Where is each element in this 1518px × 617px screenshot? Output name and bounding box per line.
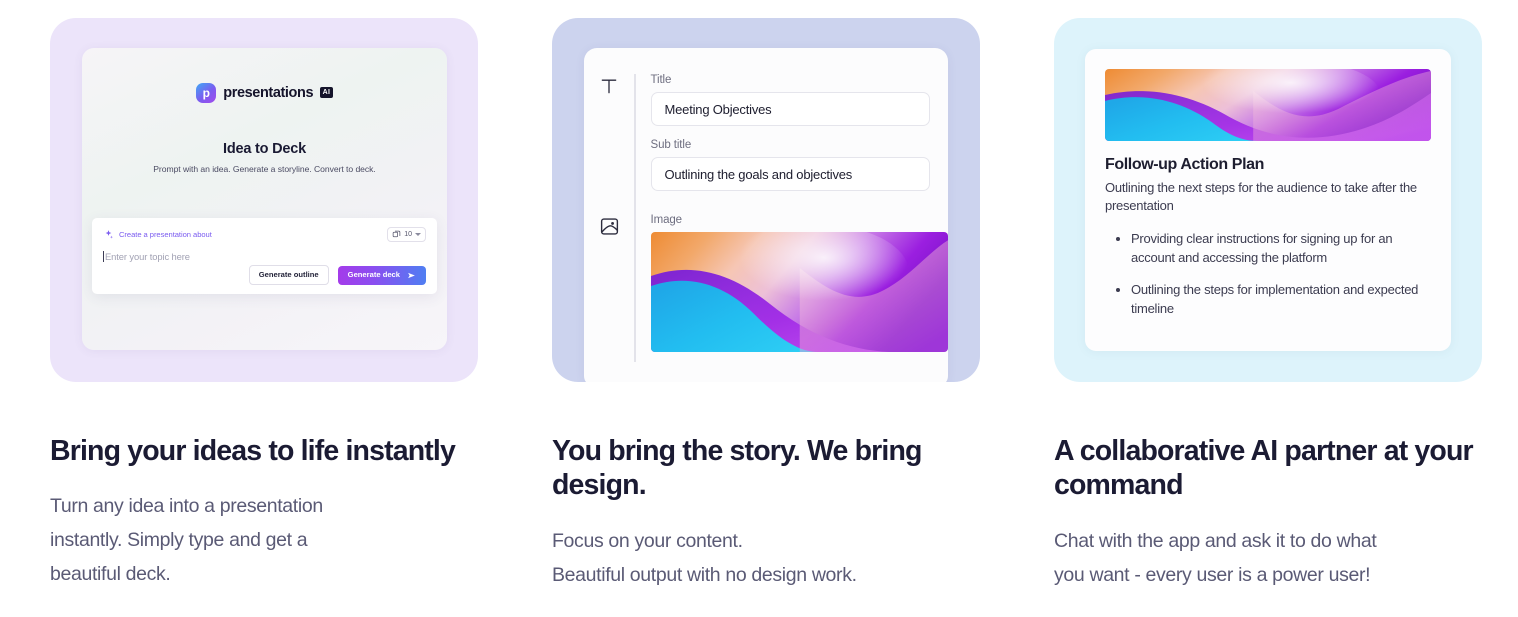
- feature-title-3: A collaborative AI partner at your comma…: [1054, 435, 1474, 502]
- editor-image-block: Image: [584, 214, 948, 362]
- feature-column-1: p presentations AI Idea to Deck Prompt w…: [50, 18, 478, 592]
- feature-body-2: Focus on your content. Beautiful output …: [552, 525, 980, 592]
- logo-wordmark: presentations: [223, 85, 314, 101]
- text-icon: [601, 79, 617, 94]
- editor-image-fields: Image: [636, 214, 948, 362]
- generate-deck-label: Generate deck: [347, 270, 400, 280]
- prompt-composer-header: Create a presentation about 10: [103, 227, 426, 242]
- topic-input-placeholder: Enter your topic here: [105, 251, 190, 262]
- generate-deck-button[interactable]: Generate deck: [337, 265, 426, 285]
- subtitle-field-label: Sub title: [650, 139, 692, 151]
- topic-input[interactable]: Enter your topic here: [103, 251, 426, 262]
- feature-visual-card-1: p presentations AI Idea to Deck Prompt w…: [50, 18, 478, 382]
- prompt-composer: Create a presentation about 10 Enter you…: [92, 218, 437, 294]
- slide-editor-preview: Title Meeting Objectives Sub title Outli…: [584, 48, 948, 382]
- feature-body-3: Chat with the app and ask it to do what …: [1054, 525, 1482, 592]
- abstract-gradient-artwork: [1105, 69, 1431, 141]
- editor-gutter-image: [584, 214, 634, 237]
- logo-ai-badge: AI: [320, 86, 333, 98]
- feature-body-line: you want - every user is a power user!: [1054, 563, 1371, 586]
- slide-subheading: Outlining the next steps for the audienc…: [1105, 180, 1417, 214]
- feature-visual-card-3: Follow-up Action Plan Outlining the next…: [1054, 18, 1482, 382]
- editor-text-block: Title Meeting Objectives Sub title Outli…: [584, 74, 948, 214]
- sparkle-icon: [105, 230, 113, 239]
- image-icon: [600, 218, 618, 235]
- feature-body-line: Turn any idea into a presentation: [50, 495, 323, 518]
- feature-body-line: Beautiful output with no design work.: [552, 563, 857, 586]
- image-field-preview[interactable]: [650, 232, 948, 352]
- send-icon: [408, 272, 415, 278]
- editor-gutter-text: [584, 74, 634, 96]
- feature-body-line: instantly. Simply type and get a: [50, 529, 308, 552]
- app-hero-title: Idea to Deck: [222, 141, 307, 157]
- features-grid: p presentations AI Idea to Deck Prompt w…: [0, 0, 1518, 592]
- generated-slide-preview: Follow-up Action Plan Outlining the next…: [1085, 49, 1451, 351]
- feature-body-line: Chat with the app and ask it to do what: [1054, 529, 1377, 552]
- feature-column-2: Title Meeting Objectives Sub title Outli…: [552, 18, 980, 592]
- prompt-actions: Generate outline Generate deck: [248, 265, 426, 285]
- feature-visual-card-2: Title Meeting Objectives Sub title Outli…: [552, 18, 980, 382]
- feature-title-2: You bring the story. We bring design.: [552, 435, 922, 502]
- chevron-down-icon: [415, 233, 421, 236]
- subtitle-field-input[interactable]: Outlining the goals and objectives: [650, 157, 930, 191]
- slide-heading: Follow-up Action Plan: [1105, 156, 1264, 173]
- feature-title-1: Bring your ideas to life instantly: [50, 435, 456, 467]
- slide-bullet-item: Outlining the steps for implementation a…: [1131, 281, 1431, 319]
- abstract-gradient-artwork: [650, 232, 948, 352]
- editor-text-fields: Title Meeting Objectives Sub title Outli…: [636, 74, 949, 214]
- feature-column-3: Follow-up Action Plan Outlining the next…: [1054, 18, 1482, 592]
- title-field-label: Title: [650, 74, 672, 86]
- slide-bullet-item: Providing clear instructions for signing…: [1131, 230, 1431, 268]
- generate-outline-button[interactable]: Generate outline: [248, 265, 329, 285]
- slide-count-selector[interactable]: 10: [387, 227, 426, 242]
- prompt-chip-label: Create a presentation about: [119, 230, 212, 239]
- prompt-chip[interactable]: Create a presentation about: [103, 229, 212, 240]
- image-field-label: Image: [650, 214, 683, 226]
- app-hero-subtitle: Prompt with an idea. Generate a storylin…: [153, 164, 376, 174]
- feature-body-line: Focus on your content.: [552, 529, 743, 552]
- slide-banner-image: [1105, 69, 1431, 141]
- product-logo: p presentations AI: [82, 83, 447, 103]
- feature-body-line: beautiful deck.: [50, 562, 171, 585]
- slide-bullet-list: Providing clear instructions for signing…: [1105, 230, 1431, 319]
- idea-to-deck-app-preview: p presentations AI Idea to Deck Prompt w…: [82, 48, 447, 350]
- logo-mark-icon: p: [196, 83, 217, 103]
- feature-body-1: Turn any idea into a presentation instan…: [50, 490, 478, 591]
- slides-icon: [392, 230, 401, 238]
- slide-count-value: 10: [404, 231, 412, 238]
- text-cursor: [103, 251, 104, 262]
- title-field-input[interactable]: Meeting Objectives: [650, 92, 930, 126]
